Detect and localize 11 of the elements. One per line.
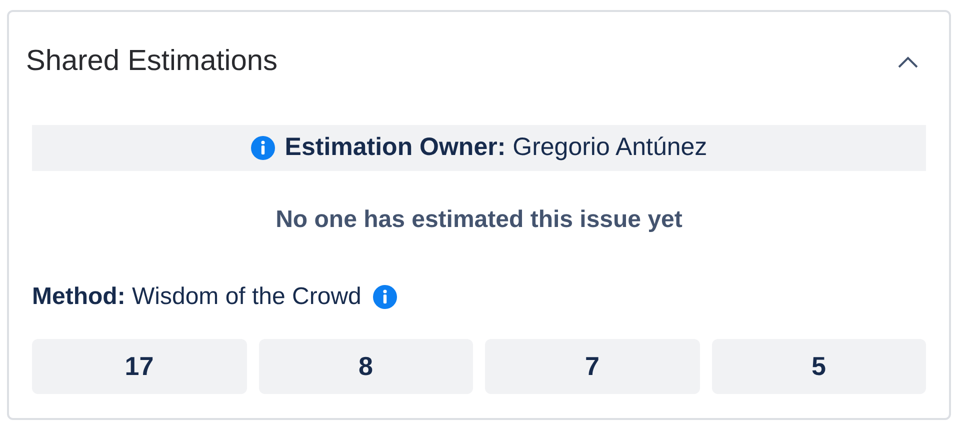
estimate-button[interactable]: 5 (712, 339, 926, 394)
owner-text: Estimation Owner: Gregorio Antúnez (284, 132, 708, 164)
chevron-up-icon (898, 56, 918, 68)
estimate-button[interactable]: 17 (32, 339, 246, 394)
empty-message: No one has estimated this issue yet (274, 205, 684, 235)
panel-title: Shared Estimations (26, 44, 278, 80)
info-icon[interactable] (373, 285, 398, 309)
estimate-button[interactable]: 7 (485, 339, 700, 394)
method-text: Method: Wisdom of the Crowd (32, 282, 362, 312)
info-icon[interactable] (250, 136, 275, 160)
estimate-button[interactable]: 8 (258, 339, 473, 394)
